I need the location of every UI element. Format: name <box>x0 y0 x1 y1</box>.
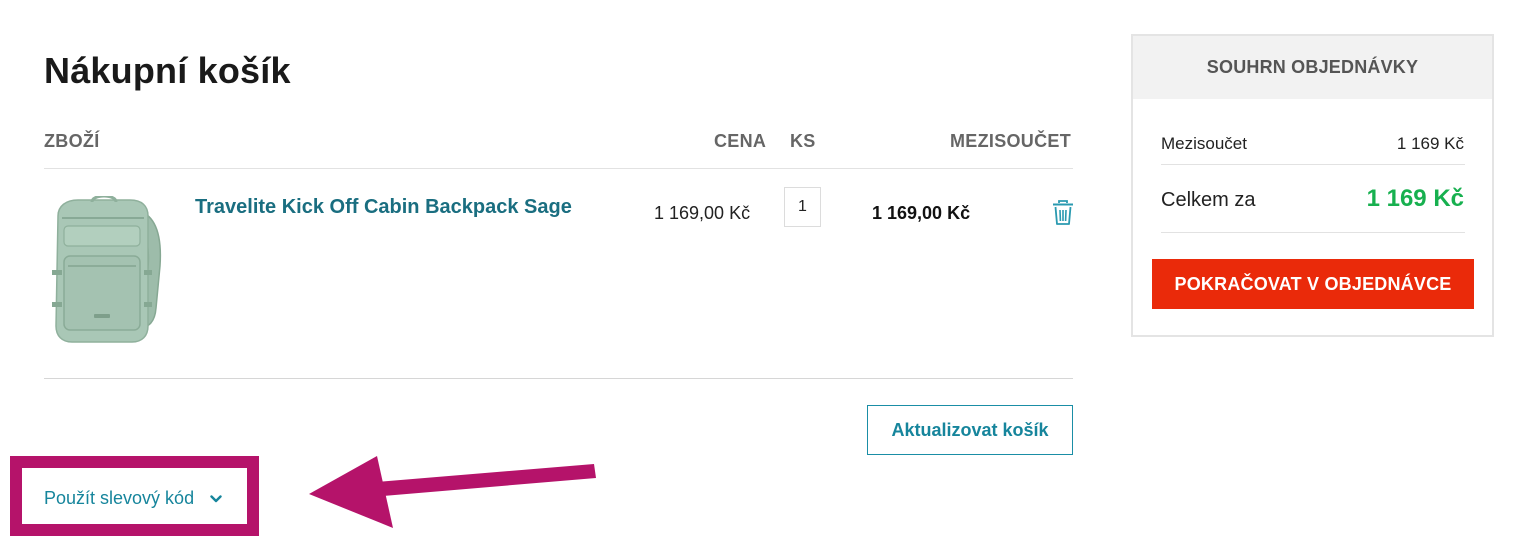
update-cart-button[interactable]: Aktualizovat košík <box>867 405 1073 455</box>
quantity-input[interactable] <box>784 187 821 227</box>
discount-code-label: Použít slevový kód <box>44 488 195 508</box>
summary-total-label: Celkem za <box>1161 189 1256 211</box>
checkout-button[interactable]: POKRAČOVAT V OBJEDNÁVCE <box>1152 259 1474 309</box>
order-summary: SOUHRN OBJEDNÁVKY Mezisoučet 1 169 Kč Ce… <box>1131 34 1494 337</box>
order-summary-title: SOUHRN OBJEDNÁVKY <box>1133 36 1492 99</box>
arrow-annotation-icon <box>309 456 596 528</box>
summary-total-value: 1 169 Kč <box>1366 185 1464 212</box>
table-divider <box>44 378 1073 379</box>
column-header-price: CENA <box>714 131 767 151</box>
summary-divider <box>1161 164 1465 165</box>
column-header-subtotal: MEZISOUČET <box>950 131 1072 151</box>
chevron-down-icon <box>210 494 222 502</box>
table-divider <box>44 168 1073 169</box>
summary-subtotal-label: Mezisoučet <box>1161 134 1247 153</box>
discount-code-toggle[interactable]: Použít slevový kód <box>44 488 222 509</box>
trash-icon[interactable] <box>1052 200 1074 226</box>
product-name-link[interactable]: Travelite Kick Off Cabin Backpack Sage <box>195 196 572 219</box>
summary-divider <box>1161 232 1465 233</box>
item-subtotal: 1 169,00 Kč <box>872 203 971 223</box>
column-header-qty: KS <box>790 131 816 151</box>
column-header-product: ZBOŽÍ <box>44 131 100 151</box>
backpack-image[interactable] <box>44 196 168 346</box>
page-title: Nákupní košík <box>44 50 291 91</box>
summary-subtotal-value: 1 169 Kč <box>1396 134 1464 153</box>
item-price: 1 169,00 Kč <box>654 203 751 223</box>
